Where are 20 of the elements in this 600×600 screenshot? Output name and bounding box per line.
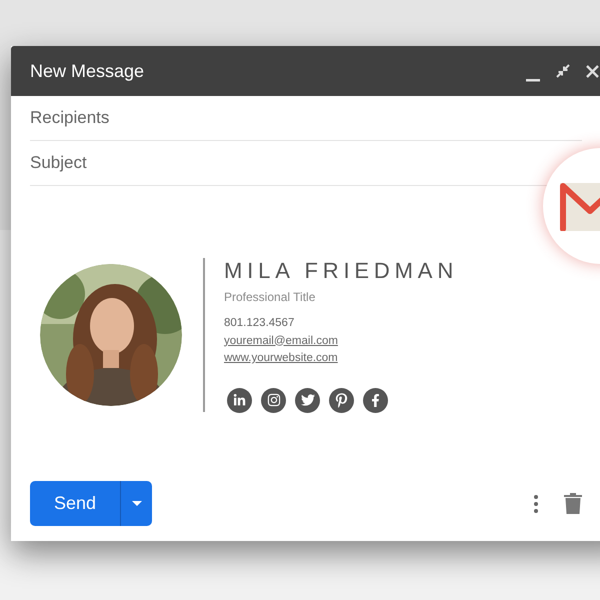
twitter-icon[interactable] — [295, 388, 320, 412]
instagram-icon[interactable] — [261, 388, 286, 412]
more-options-icon[interactable] — [534, 494, 538, 512]
pinterest-icon[interactable] — [329, 388, 354, 412]
caret-icon — [132, 501, 142, 506]
send-button[interactable]: Send — [30, 481, 121, 526]
facebook-icon[interactable] — [363, 388, 388, 412]
email-link[interactable]: youremail@email.com — [224, 332, 338, 350]
input-field[interactable]: Recipients — [30, 96, 530, 140]
close-icon[interactable] — [586, 64, 599, 78]
website-link[interactable]: www.yourwebsite.com — [224, 350, 338, 368]
window-title: New Message — [30, 60, 144, 83]
phone-number: 801.123.4567 — [224, 316, 294, 331]
signature-name: MILA FRIEDMAN — [224, 258, 458, 284]
linkedin-icon[interactable] — [227, 388, 252, 412]
envelope-icon — [560, 181, 600, 231]
trash-icon[interactable] — [564, 493, 582, 514]
input-field[interactable]: Subject — [30, 141, 530, 185]
signature-title: Professional Title — [224, 289, 316, 306]
collapse-icon[interactable] — [556, 64, 570, 78]
